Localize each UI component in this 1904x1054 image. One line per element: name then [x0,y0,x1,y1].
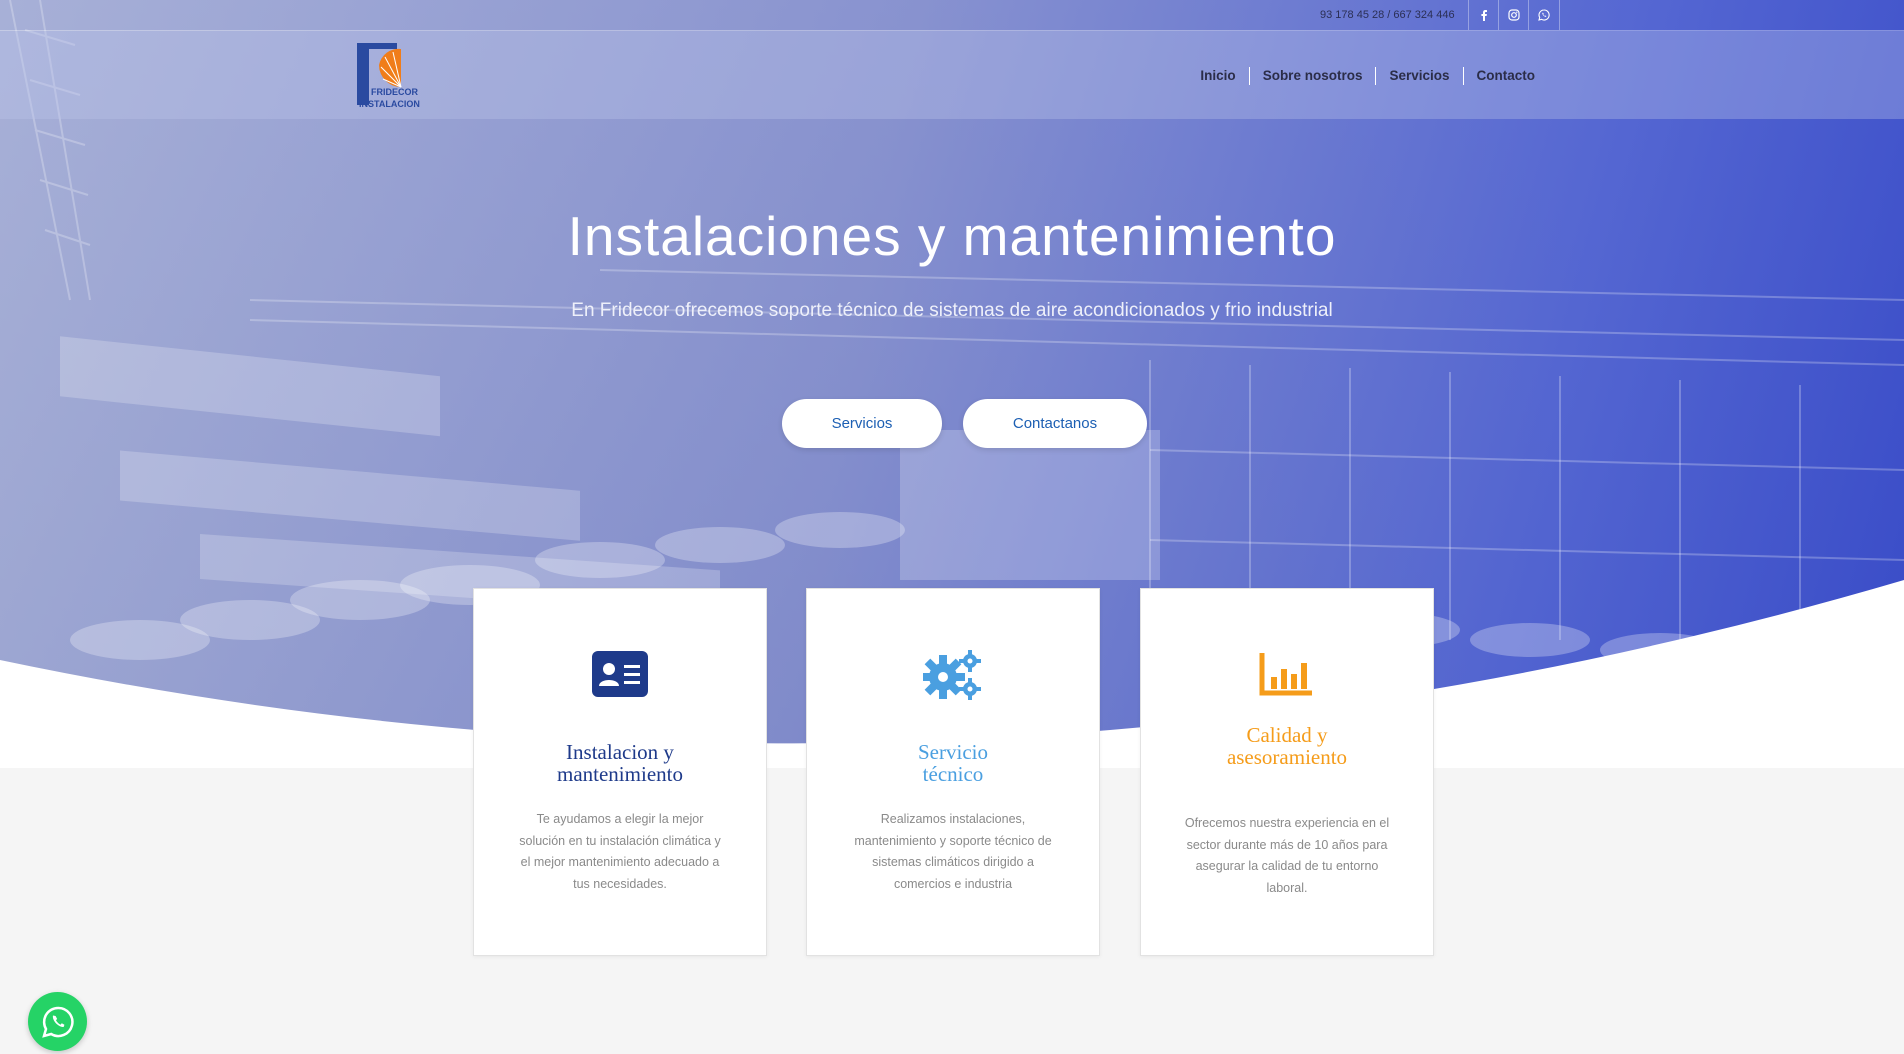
card-text: Te ayudamos a elegir la mejor solución en… [519,812,721,891]
whatsapp-icon [1538,9,1550,21]
main-nav: Inicio Sobre nosotros Servicios Contacto [1187,67,1548,85]
nav-contacto[interactable]: Contacto [1462,67,1549,85]
whatsapp-icon [41,1006,74,1038]
logo-text-2: INSTALACION [359,99,420,109]
instagram-icon [1508,9,1520,21]
card-title: Instalacion y mantenimiento [557,740,683,786]
gears-icon [923,650,981,700]
card-servicio-tecnico: Servicio técnico Realizamos instalaciones… [806,588,1100,956]
contactanos-button[interactable]: Contactanos [963,399,1147,448]
card-title: Calidad y asesoramiento [1226,723,1348,769]
servicios-button[interactable]: Servicios [782,399,942,448]
card-text: Realizamos instalaciones, mantenimiento y… [854,812,1052,891]
nav-servicios[interactable]: Servicios [1375,67,1462,85]
card-text: Ofrecemos nuestra experiencia en el secto… [1184,816,1390,895]
whatsapp-chat-button[interactable] [28,992,87,1051]
phone-number: 93 178 45 28 / 667 324 446 [1320,9,1455,21]
whatsapp-link[interactable] [1528,0,1560,30]
logo-text-1: FRIDECOR [371,87,419,97]
bar-chart-icon [1259,653,1312,696]
nav-inicio[interactable]: Inicio [1187,67,1248,85]
fridecor-logo[interactable]: FRIDECOR INSTALACION [355,37,431,111]
facebook-icon [1481,10,1487,21]
site-header: FRIDECOR INSTALACION Inicio Sobre nosotr… [0,31,1904,119]
facebook-link[interactable] [1468,0,1499,30]
instagram-link[interactable] [1498,0,1529,30]
card-instalacion: Instalacion y mantenimiento Te ayudamos a… [473,588,767,956]
hero-subtitle: En Fridecor ofrecemos soporte técnico de… [571,300,1333,321]
topbar: 93 178 45 28 / 667 324 446 [0,0,1904,31]
card-calidad: Calidad y asesoramiento Ofrecemos nuestra… [1140,588,1434,956]
id-card-icon [592,651,648,697]
card-title: Servicio técnico [918,740,988,786]
hero-title: Instalaciones y mantenimiento [567,205,1337,267]
nav-sobre-nosotros[interactable]: Sobre nosotros [1248,67,1376,85]
